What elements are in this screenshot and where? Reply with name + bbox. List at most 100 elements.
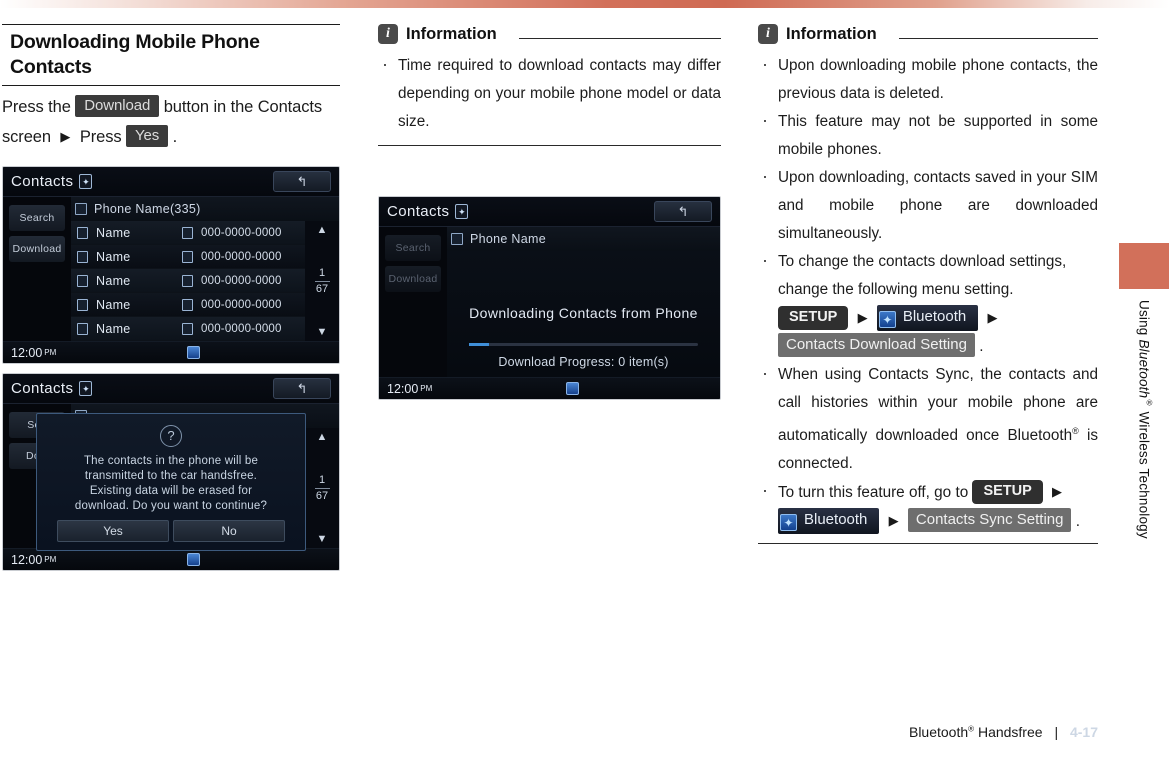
contact-icon (77, 298, 88, 311)
section-tab-label: Using Bluetooth® Wireless Technology (1120, 300, 1155, 590)
progress-bar-fill (468, 343, 490, 346)
phonebook-icon (451, 233, 463, 245)
table-row[interactable]: Name 000-0000-0000 (71, 293, 305, 317)
section-tab-label-prefix: Using (1136, 300, 1152, 340)
downloading-label: Downloading Contacts from Phone (469, 305, 698, 321)
progress-label: Download Progress: 0 item(s) (498, 355, 669, 369)
contact-icon (77, 250, 88, 263)
info-title: Information (786, 24, 877, 43)
bluetooth-key-label: Bluetooth (804, 511, 868, 529)
shot3-list-area: Phone Name Downloading Contacts from Pho… (447, 227, 720, 377)
setup-key-badge[interactable]: SETUP (778, 306, 849, 330)
section-tab-label-suffix: Wireless Technology (1136, 407, 1152, 539)
bluetooth-tray-icon (187, 553, 201, 566)
info-header-right: i Information (758, 24, 1098, 46)
table-row[interactable]: Name 000-0000-0000 (71, 269, 305, 293)
info-bottom-rule (758, 543, 1098, 545)
contacts-sync-setting-key-badge[interactable]: Contacts Sync Setting (907, 508, 1072, 533)
list-item: Upon downloading, contacts saved in your… (758, 162, 1098, 248)
footer-page-number: 4-17 (1069, 724, 1098, 740)
bluetooth-icon: ✦ (878, 311, 896, 328)
shot1-download-button[interactable]: Download (9, 236, 65, 262)
section-tab-label-italic: Bluetooth (1136, 339, 1152, 399)
dialog-message-line4: download. Do you want to continue? (74, 500, 268, 512)
table-row[interactable]: Name 000-0000-0000 (71, 221, 305, 245)
bluetooth-key-badge[interactable]: ✦ Bluetooth (778, 508, 880, 535)
list-item: To change the contacts download settings… (758, 246, 1098, 361)
bluetooth-status-icon: ✦ (79, 174, 93, 189)
arrow-icon: ▶ (857, 310, 868, 325)
dialog-message-line3: Existing data will be erased for (89, 485, 253, 497)
bluetooth-status-icon: ✦ (79, 381, 93, 396)
shot3-back-button[interactable]: ↰ (654, 201, 712, 222)
contact-name: Name (96, 321, 131, 336)
shot1-body: Search Download Phone Name(335) Name 000… (3, 197, 339, 341)
screenshot-confirm-dialog: Contacts ✦ ↰ Sea Dow (2, 373, 340, 571)
shot1-header: Contacts ✦ ↰ (3, 167, 339, 197)
footer-brand-suffix: Handsfree (974, 724, 1043, 740)
scroll-up-icon[interactable]: ▲ (317, 431, 328, 443)
yes-key-badge[interactable]: Yes (125, 125, 169, 147)
table-row[interactable]: Name 000-0000-0000 (71, 245, 305, 269)
clock-time: 12:00 (11, 552, 43, 567)
clock-time: 12:00 (387, 381, 419, 396)
scroll-down-icon[interactable]: ▼ (317, 533, 328, 545)
scroll-down-icon[interactable]: ▼ (317, 326, 328, 338)
info-title: Information (406, 24, 497, 43)
phone-icon (182, 322, 193, 335)
info-list-middle: Time required to download contacts may d… (378, 50, 721, 136)
clock-meridiem: PM (420, 384, 433, 393)
contact-icon (77, 274, 88, 287)
dialog-no-button[interactable]: No (173, 520, 285, 542)
shot2-scrollbar[interactable]: ▲ 1 67 ▼ (305, 428, 339, 548)
page-indicator: 1 67 (314, 266, 330, 296)
shot1-scrollbar[interactable]: ▲ 1 67 ▼ (305, 221, 339, 341)
bluetooth-tray-icon (187, 346, 201, 359)
shot3-search-button[interactable]: Search (385, 235, 441, 261)
contacts-download-setting-key-badge[interactable]: Contacts Download Setting (778, 333, 975, 357)
contact-phone: 000-0000-0000 (201, 274, 282, 287)
phone-icon (182, 250, 193, 263)
setup-key-badge[interactable]: SETUP (972, 480, 1043, 505)
scroll-up-icon[interactable]: ▲ (317, 224, 328, 236)
info-header-rule (898, 37, 1098, 39)
shot1-side-rail: Search Download (3, 197, 71, 341)
list-item: To turn this feature off, go to SETUP ▶ … (758, 476, 1098, 536)
download-key-badge[interactable]: Download (75, 95, 160, 117)
phonebook-icon (75, 203, 87, 215)
page-current: 1 (318, 473, 326, 486)
contact-name: Name (96, 249, 131, 264)
shot2-header: Contacts ✦ ↰ (3, 374, 339, 404)
shot3-body: Search Download Phone Name Downloading C… (379, 227, 720, 377)
question-icon: ? (160, 425, 182, 447)
page-footer: Bluetooth® Handsfree | 4-17 (0, 724, 1098, 740)
dialog-yes-button[interactable]: Yes (57, 520, 169, 542)
table-row[interactable]: Name 000-0000-0000 (71, 317, 305, 341)
bluetooth-status-icon: ✦ (455, 204, 469, 219)
page-divider (314, 487, 330, 489)
arrow-icon: ▶ (60, 129, 71, 144)
download-progress-area: Downloading Contacts from Phone Download… (447, 251, 720, 377)
list-item: Time required to download contacts may d… (378, 50, 721, 136)
page-current: 1 (318, 266, 326, 279)
shot1-search-button[interactable]: Search (9, 205, 65, 231)
list-item: Upon downloading mobile phone contacts, … (758, 50, 1098, 108)
top-accent-bar (0, 0, 1169, 8)
contact-icon (77, 322, 88, 335)
shot2-back-button[interactable]: ↰ (273, 378, 331, 399)
bluetooth-key-badge[interactable]: ✦ Bluetooth (876, 305, 979, 331)
shot3-download-button[interactable]: Download (385, 266, 441, 292)
shot2-footer: 12:00 PM (3, 548, 339, 570)
dialog-message: The contacts in the phone will be transm… (37, 454, 305, 514)
info-icon: i (378, 24, 398, 44)
bullet6-text: To turn this feature off, go to (778, 484, 969, 502)
right-column: i Information Upon downloading mobile ph… (758, 24, 1098, 545)
page-title: Downloading Mobile Phone Contacts (10, 31, 260, 78)
shot1-back-button[interactable]: ↰ (273, 171, 331, 192)
shot1-footer: 12:00 PM (3, 341, 339, 363)
bullet6-period: . (1075, 513, 1080, 531)
page-total: 67 (315, 489, 329, 502)
footer-brand: Bluetooth (908, 724, 969, 740)
clock-meridiem: PM (44, 348, 57, 357)
clock-time: 12:00 (11, 345, 43, 360)
